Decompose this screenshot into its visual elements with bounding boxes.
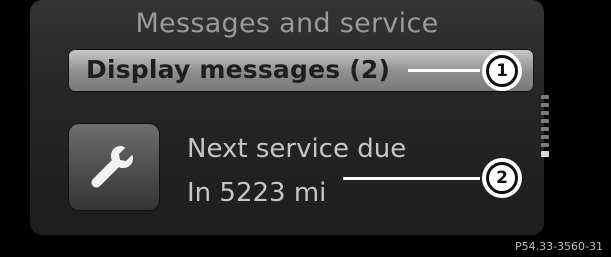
wrench-icon xyxy=(91,146,133,188)
screen-title: Messages and service xyxy=(135,8,439,39)
service-icon-tile xyxy=(69,124,159,210)
callout-2: 2 xyxy=(482,158,522,198)
service-due-distance: In 5223 mi xyxy=(187,178,327,208)
callout-2-leader xyxy=(343,177,480,180)
figure-reference-code: P54.33-3560-31 xyxy=(514,240,603,253)
scroll-indicator xyxy=(541,95,549,187)
callout-1-leader xyxy=(408,69,480,72)
display-messages-label: Display messages (2) xyxy=(86,55,391,84)
callout-1: 1 xyxy=(482,51,522,91)
service-due-label: Next service due xyxy=(187,134,407,164)
